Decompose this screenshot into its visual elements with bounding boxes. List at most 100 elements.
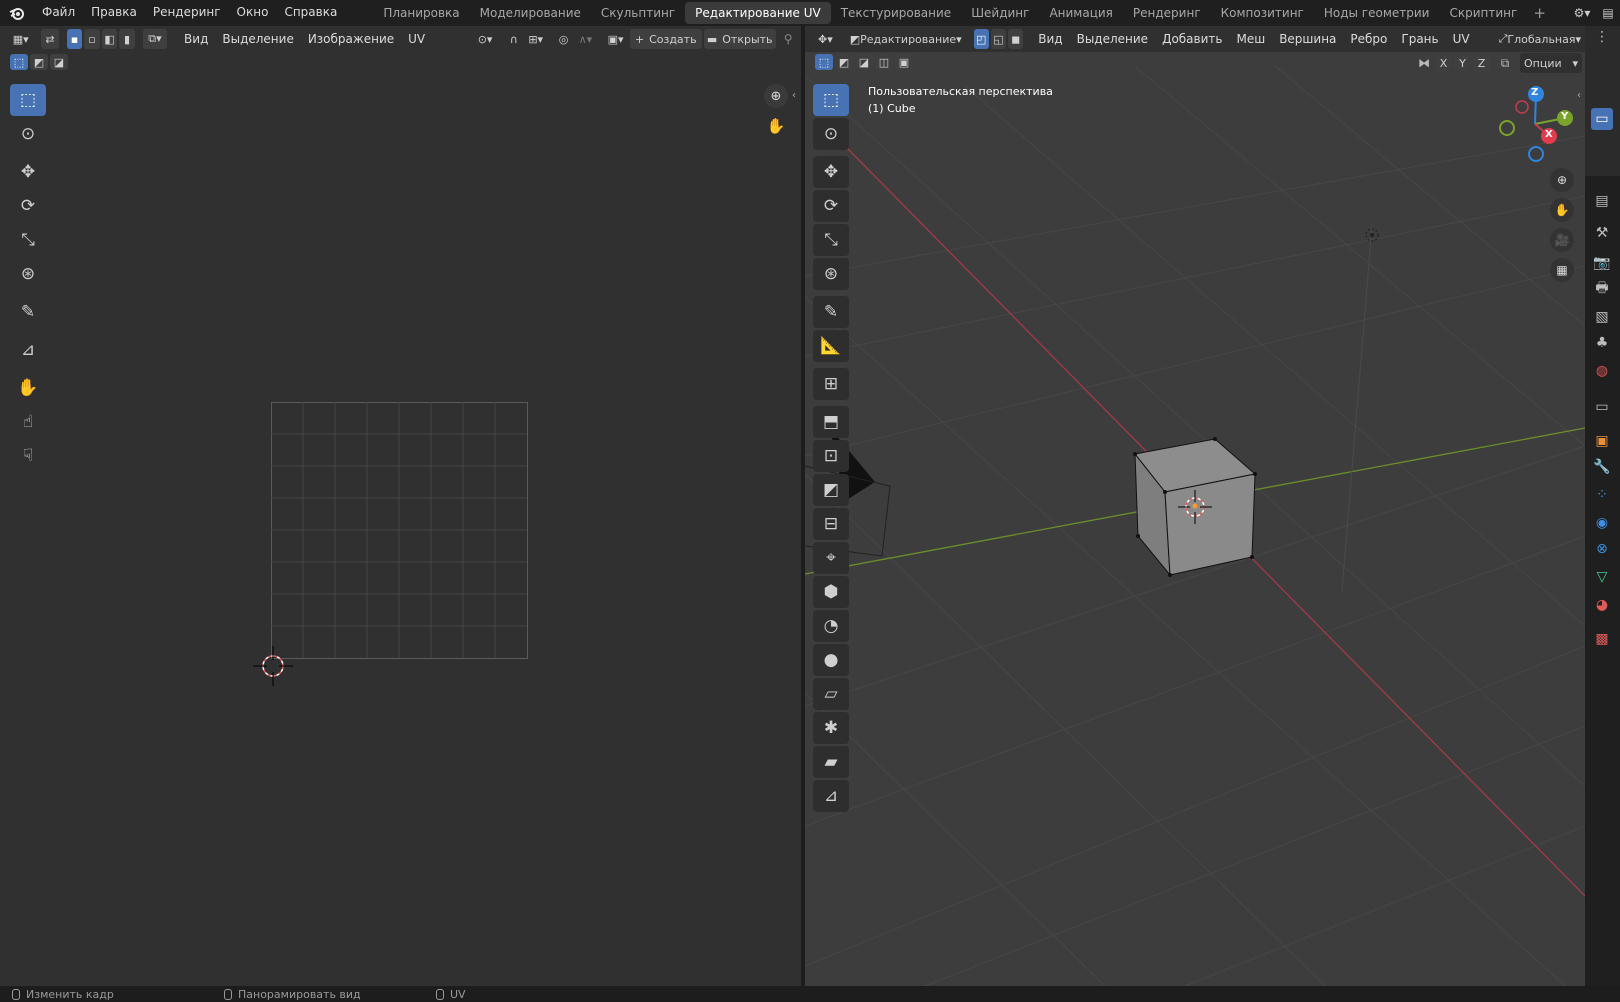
- viewport-menu-item[interactable]: Выделение: [1070, 32, 1155, 46]
- select-extend-icon[interactable]: ◩: [835, 54, 853, 70]
- tool-properties-icon[interactable]: ⚒: [1591, 222, 1613, 244]
- menu-item[interactable]: Окно: [229, 0, 277, 26]
- workspace-tab[interactable]: Текстурирование: [831, 2, 961, 24]
- scene-selector-icon[interactable]: ⚙▾: [1568, 6, 1596, 20]
- workspace-tab[interactable]: Шейдинг: [961, 2, 1039, 24]
- mirror-icon[interactable]: ⧓: [1415, 56, 1433, 70]
- workspace-tab[interactable]: Анимация: [1039, 2, 1122, 24]
- layer-selector-icon[interactable]: ▤: [1596, 6, 1620, 20]
- properties-editor-icon[interactable]: ▤: [1591, 190, 1613, 212]
- select-new-icon[interactable]: ⬚: [10, 54, 28, 70]
- mirror-axis-button[interactable]: Z: [1473, 55, 1490, 71]
- zoom-icon[interactable]: ⊕: [1550, 168, 1574, 192]
- editor-type-icon[interactable]: ✥▾: [811, 29, 840, 49]
- inset-icon[interactable]: ⊡: [813, 440, 849, 472]
- uv-face-select-icon[interactable]: ◧: [101, 29, 118, 49]
- image-browse-icon[interactable]: ▣▾: [603, 29, 628, 49]
- loop-cut-icon[interactable]: ⊟: [813, 508, 849, 540]
- outliner-display-icon[interactable]: ⋮: [1591, 26, 1613, 48]
- 3d-viewport[interactable]: ✥▾ ◩ Редактирование ▾ ◰ ◱ ◼ Вид Выделение…: [805, 26, 1585, 986]
- measure-icon[interactable]: 📐: [813, 330, 849, 362]
- light-icon[interactable]: [1359, 222, 1385, 248]
- relax-icon[interactable]: ☝: [10, 406, 46, 438]
- viewport-menu-item[interactable]: Вид: [1031, 32, 1069, 46]
- workspace-tab[interactable]: Планировка: [373, 2, 469, 24]
- snap-icon[interactable]: ∩: [506, 29, 522, 49]
- uv-menu-item[interactable]: Изображение: [301, 32, 401, 46]
- add-workspace-button[interactable]: +: [1527, 4, 1552, 22]
- workspace-tab[interactable]: Скриптинг: [1439, 2, 1527, 24]
- workspace-tab[interactable]: Моделирование: [470, 2, 591, 24]
- mirror-axis-button[interactable]: X: [1435, 55, 1452, 71]
- edge-select-icon[interactable]: ◱: [990, 29, 1007, 49]
- poly-build-icon[interactable]: ⬢: [813, 576, 849, 608]
- mirror-axis-button[interactable]: Y: [1454, 55, 1471, 71]
- uv-island-select-icon[interactable]: ▮: [119, 29, 135, 49]
- render-properties-icon[interactable]: 📷: [1591, 252, 1613, 274]
- select-new-icon[interactable]: ⬚: [815, 54, 833, 70]
- cursor-icon[interactable]: ⊙: [813, 118, 849, 150]
- particles-properties-icon[interactable]: ⁘: [1591, 484, 1613, 506]
- viewport-menu-item[interactable]: UV: [1446, 32, 1477, 46]
- smooth-icon[interactable]: ●: [813, 644, 849, 676]
- workspace-tab[interactable]: Редактирование UV: [685, 2, 831, 24]
- pan-hand-icon[interactable]: ✋: [1550, 198, 1574, 222]
- viewport-menu-item[interactable]: Вершина: [1272, 32, 1343, 46]
- menu-item[interactable]: Рендеринг: [145, 0, 229, 26]
- shear-icon[interactable]: ▰: [813, 746, 849, 778]
- annotate-icon[interactable]: ✎: [10, 296, 46, 328]
- cursor-icon[interactable]: ⊙: [10, 118, 46, 150]
- transform-icon[interactable]: ⊛: [813, 258, 849, 290]
- grab-icon[interactable]: ✋: [10, 372, 46, 404]
- viewport-menu-item[interactable]: Грань: [1394, 32, 1445, 46]
- workspace-tab[interactable]: Скульптинг: [591, 2, 685, 24]
- select-extend-icon[interactable]: ◩: [30, 54, 48, 70]
- rotate-icon[interactable]: ⟳: [813, 190, 849, 222]
- workspace-tab[interactable]: Рендеринг: [1123, 2, 1211, 24]
- add-cube-icon[interactable]: ⊞: [813, 368, 849, 400]
- rip-region-icon[interactable]: ⊿: [813, 780, 849, 812]
- uv-menu-item[interactable]: UV: [401, 32, 432, 46]
- select-invert-icon[interactable]: ◫: [875, 54, 893, 70]
- uv-edge-select-icon[interactable]: ▫: [84, 29, 100, 49]
- bevel-icon[interactable]: ◩: [813, 474, 849, 506]
- extrude-icon[interactable]: ⬒: [813, 406, 849, 438]
- spin-icon[interactable]: ◔: [813, 610, 849, 642]
- camera-view-icon[interactable]: 🎥: [1550, 228, 1574, 252]
- open-image-button[interactable]: ▬ Открыть: [703, 29, 776, 49]
- workspace-tab[interactable]: Ноды геометрии: [1314, 2, 1440, 24]
- output-properties-icon[interactable]: 🖶: [1591, 278, 1613, 300]
- constraints-properties-icon[interactable]: ⊗: [1591, 538, 1613, 560]
- material-properties-icon[interactable]: ◕: [1591, 594, 1613, 616]
- collection-properties-icon[interactable]: ▭: [1591, 396, 1613, 418]
- data-properties-icon[interactable]: ▽: [1591, 566, 1613, 588]
- physics-properties-icon[interactable]: ◉: [1591, 512, 1613, 534]
- editor-type-icon[interactable]: ▦▾: [6, 29, 36, 49]
- knife-icon[interactable]: ⌖: [813, 542, 849, 574]
- scene-properties-icon[interactable]: ♣: [1591, 332, 1613, 354]
- viewport-menu-item[interactable]: Ребро: [1343, 32, 1394, 46]
- select-subtract-icon[interactable]: ◪: [855, 54, 873, 70]
- move-icon[interactable]: ✥: [813, 156, 849, 188]
- collapse-toolbar-icon[interactable]: ‹: [792, 90, 796, 101]
- view-layer-icon[interactable]: ▧: [1591, 306, 1613, 328]
- sync-selection-icon[interactable]: ⇄: [41, 29, 59, 49]
- collapse-sidebar-icon[interactable]: ‹: [1577, 90, 1581, 101]
- sticky-select-icon[interactable]: ⧉▾: [142, 29, 168, 49]
- scale-icon[interactable]: ⤡: [813, 224, 849, 256]
- rip-icon[interactable]: ⊿: [10, 334, 46, 366]
- uv-menu-item[interactable]: Выделение: [215, 32, 300, 46]
- mode-selector[interactable]: ◩ Редактирование ▾: [843, 29, 968, 49]
- falloff-icon[interactable]: ∧▾: [573, 29, 598, 49]
- menu-item[interactable]: Правка: [83, 0, 145, 26]
- outliner-row-icon[interactable]: ▭: [1591, 108, 1613, 130]
- menu-item[interactable]: Файл: [34, 0, 83, 26]
- transform-icon[interactable]: ⊛: [10, 258, 46, 290]
- ortho-toggle-icon[interactable]: ▦: [1550, 258, 1574, 282]
- new-image-button[interactable]: + Создать: [629, 29, 702, 49]
- vertex-select-icon[interactable]: ◰: [973, 29, 989, 49]
- zoom-icon[interactable]: ⊕: [764, 84, 788, 108]
- select-intersect-icon[interactable]: ▣: [895, 54, 913, 70]
- pinch-icon[interactable]: ☟: [10, 440, 46, 472]
- blender-logo-icon[interactable]: [0, 0, 34, 26]
